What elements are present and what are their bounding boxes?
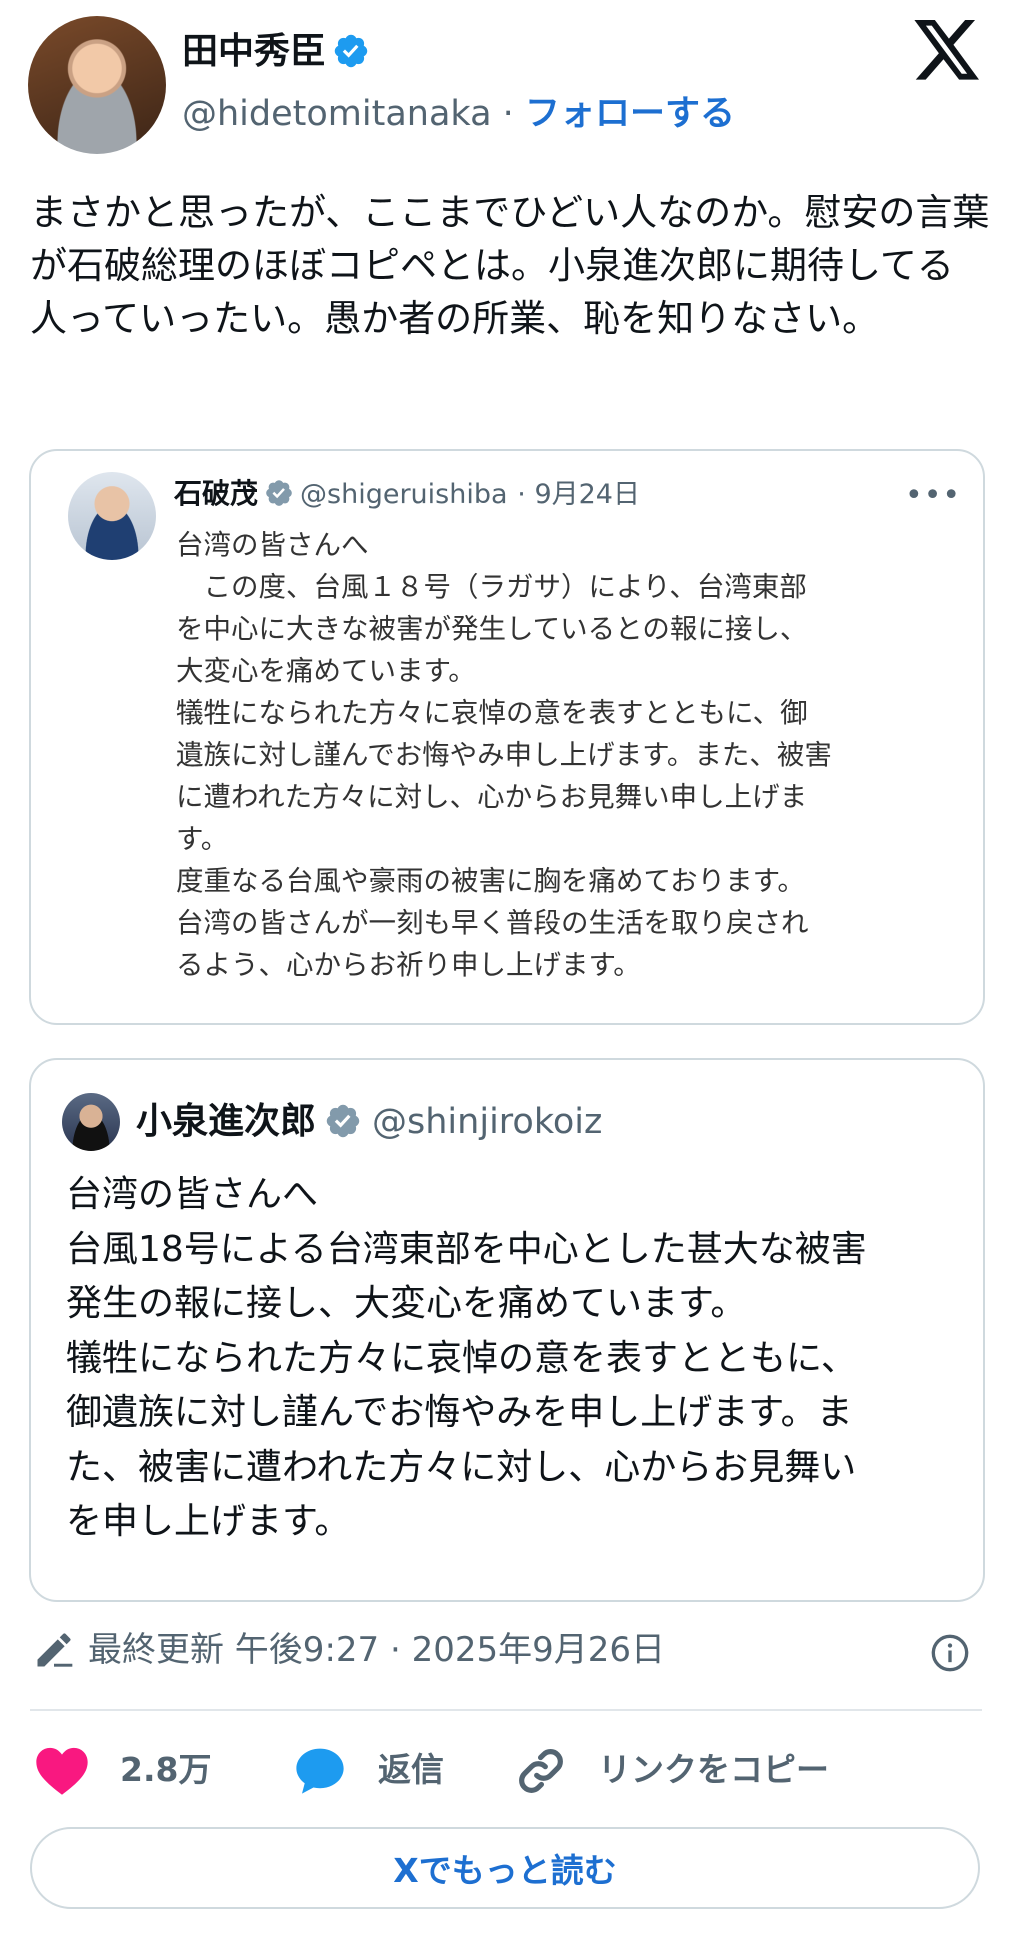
quote-line: るよう、心からお祈り申し上げます。 (176, 949, 641, 981)
reply-button[interactable]: 返信 (378, 1748, 444, 1792)
quote-line: 度重なる台風や豪雨の被害に胸を痛めております。 (176, 865, 805, 897)
author-name-row[interactable]: 田中秀臣 (182, 30, 370, 74)
quote-line: を中心に大きな被害が発生しているとの報に接し、 (176, 613, 808, 645)
edit-pencil-icon (37, 1633, 73, 1667)
quote-line: 台湾の皆さんが一刻も早く普段の生活を取り戻され (176, 907, 809, 939)
info-icon[interactable] (930, 1633, 970, 1673)
author-avatar[interactable] (28, 16, 166, 154)
author-handle-row: @hidetomitanaka · フォローする (182, 92, 735, 136)
copy-link-button[interactable]: リンクをコピー (598, 1748, 829, 1792)
quote-header-ishiba: 石破茂 @shigeruishiba · 9月24日 (174, 475, 640, 514)
more-options-icon[interactable]: ••• (905, 478, 961, 513)
quote-line: 台風18号による台湾東部を中心とした甚大な被害 (66, 1228, 867, 1270)
quote-line: この度、台風１８号（ラガサ）により、台湾東部 (176, 571, 807, 603)
quote-line: 犠牲になられた方々に哀悼の意を表すとともに、 (66, 1337, 857, 1379)
quote-author-handle: @shinjirokoiz (372, 1102, 603, 1142)
author-name[interactable]: 田中秀臣 (182, 31, 326, 72)
quote-date: · 9月24日 (517, 479, 640, 510)
quote-author-name[interactable]: 石破茂 (174, 477, 258, 510)
tweet-timestamp[interactable]: 最終更新 午後9:27 · 2025年9月26日 (88, 1628, 665, 1672)
follow-button[interactable]: フォローする (525, 94, 735, 134)
tweet-text: まさかと思ったが、ここまでひどい人なのか。慰安の言葉が石破総理のほぼコピペとは。… (30, 191, 990, 340)
quote-text-koizumi: 台湾の皆さんへ 台風18号による台湾東部を中心とした甚大な被害 発生の報に接し、… (66, 1168, 966, 1550)
verified-badge-icon (266, 480, 292, 506)
verified-badge-icon (326, 1104, 360, 1138)
quote-line: 発生の報に接し、大変心を痛めています。 (66, 1283, 747, 1324)
read-more-on-x-button[interactable]: Xでもっと読む (30, 1827, 980, 1909)
quote-line: 台湾の皆さんへ (176, 529, 369, 561)
quote-line: 台湾の皆さんへ (66, 1174, 319, 1215)
quote-line: す。 (176, 823, 229, 855)
reply-bubble-icon[interactable] (292, 1743, 348, 1797)
x-logo-icon[interactable] (912, 20, 982, 84)
quote-line: た、被害に遭われた方々に対し、心からお見舞い (66, 1446, 857, 1488)
quote-line: 遺族に対し謹んでお悔やみ申し上げます。また、被害 (176, 739, 832, 771)
link-icon[interactable] (515, 1745, 567, 1797)
quote-avatar-ishiba[interactable] (68, 472, 156, 560)
divider (30, 1709, 982, 1711)
quote-header-koizumi: 小泉進次郎 @shinjirokoiz (136, 1098, 602, 1146)
quote-avatar-koizumi[interactable] (62, 1093, 120, 1151)
author-handle[interactable]: @hidetomitanaka (182, 94, 492, 134)
quote-author-handle: @shigeruishiba (300, 479, 508, 510)
like-count[interactable]: 2.8万 (120, 1748, 211, 1792)
separator-dot: · (502, 94, 514, 134)
quote-line: を申し上げます。 (66, 1501, 351, 1542)
verified-badge-icon (334, 34, 368, 68)
quote-line: 御遺族に対し謹んでお悔やみを申し上げます。ま (66, 1392, 853, 1433)
quote-line: 大変心を痛めています。 (176, 655, 476, 687)
quote-line: 犠牲になられた方々に哀悼の意を表すとともに、御 (176, 697, 808, 729)
quote-text-ishiba: 台湾の皆さんへ この度、台風１８号（ラガサ）により、台湾東部 を中心に大きな被害… (176, 524, 946, 986)
quote-author-name[interactable]: 小泉進次郎 (136, 1101, 316, 1142)
quote-line: に遭われた方々に対し、心からお見舞い申し上げま (176, 781, 808, 813)
heart-icon[interactable] (34, 1744, 90, 1796)
